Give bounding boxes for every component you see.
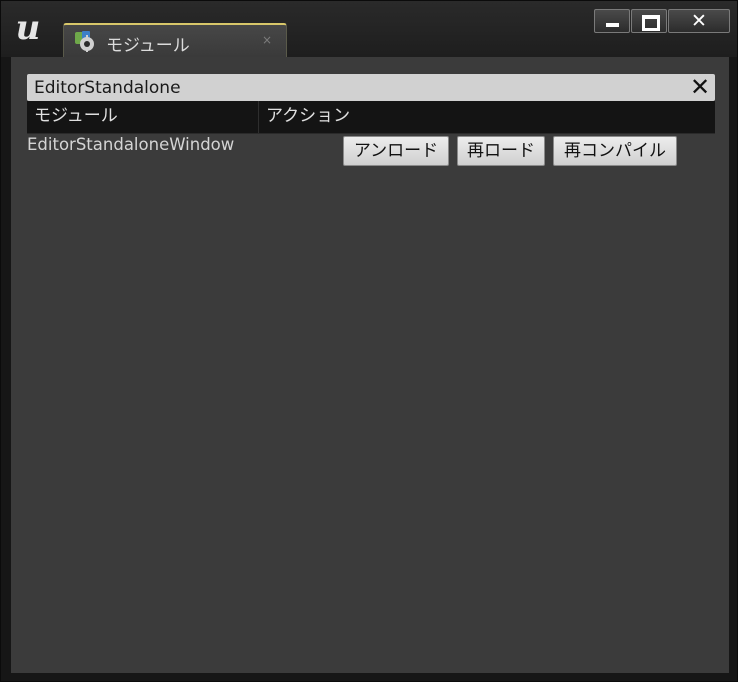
- title-bar[interactable]: u モジュール × ✕: [1, 1, 737, 57]
- unload-button[interactable]: アンロード: [343, 136, 449, 166]
- search-box: ✕: [27, 74, 715, 101]
- gear-puzzle-icon: [75, 31, 94, 52]
- search-input[interactable]: [27, 74, 677, 101]
- table-header: モジュール アクション: [27, 101, 715, 134]
- column-header-module[interactable]: モジュール: [27, 101, 259, 133]
- recompile-button[interactable]: 再コンパイル: [553, 136, 677, 166]
- module-name: EditorStandaloneWindow: [27, 135, 235, 154]
- table-row: EditorStandaloneWindow アンロード 再ロード 再コンパイル: [27, 133, 715, 169]
- maximize-button[interactable]: [631, 9, 667, 33]
- column-header-action[interactable]: アクション: [259, 101, 715, 133]
- tab-close-icon[interactable]: ×: [262, 33, 272, 47]
- clear-search-icon[interactable]: ✕: [688, 75, 712, 100]
- unreal-logo-icon: u: [15, 8, 41, 48]
- tab-label: モジュール: [106, 36, 190, 56]
- tab-modules[interactable]: モジュール ×: [63, 23, 287, 57]
- maximize-icon: [642, 15, 660, 31]
- minimize-icon: [606, 23, 619, 27]
- close-window-button[interactable]: ✕: [668, 9, 730, 33]
- close-icon: ✕: [691, 10, 707, 32]
- modules-panel: ✕ モジュール アクション EditorStandaloneWindow アンロ…: [11, 57, 729, 673]
- reload-button[interactable]: 再ロード: [457, 136, 545, 166]
- minimize-button[interactable]: [594, 9, 630, 33]
- modules-window: u モジュール × ✕ ✕ モジ: [0, 0, 738, 682]
